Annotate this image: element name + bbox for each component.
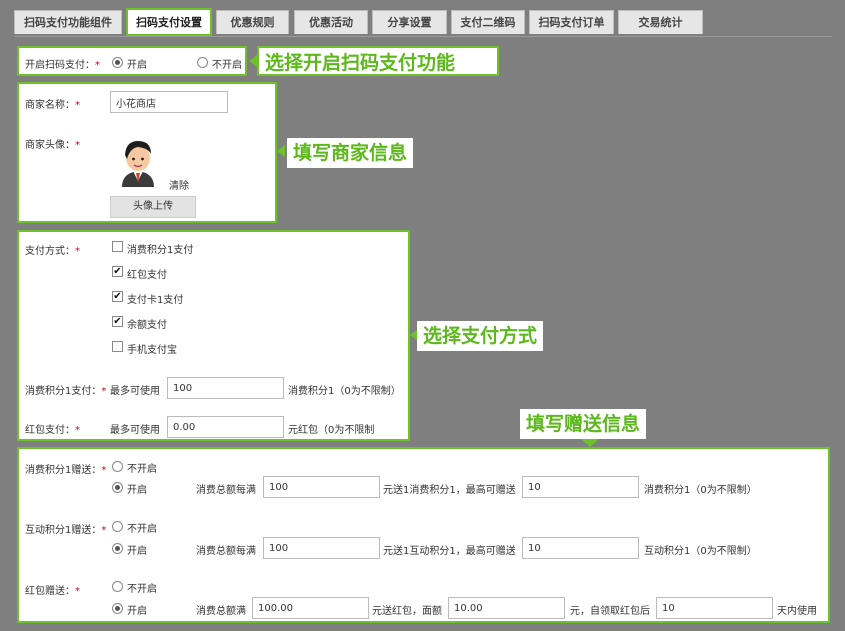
- method-redpack-checkbox[interactable]: ✔: [112, 266, 123, 277]
- enable-off-radio[interactable]: [197, 57, 208, 68]
- payment-panel: 支付方式：* 消费积分1支付 ✔ 红包支付 ✔ 支付卡1支付 ✔ 余额支付 手机…: [17, 230, 410, 441]
- gift-panel: 消费积分1赠送：* 不开启 开启 消费总额每满 元送1消费积分1，最高可赠送 消…: [17, 447, 830, 623]
- interact-gift-label: 互动积分1赠送：*: [25, 525, 107, 536]
- interact-gift-max-input[interactable]: [522, 537, 639, 559]
- points-gift-prefix: 消费总额每满: [196, 485, 256, 496]
- upload-avatar-button[interactable]: 头像上传: [110, 196, 196, 218]
- points-pay-label: 消费积分1支付：*: [25, 386, 107, 397]
- callout-arrow: [581, 439, 599, 447]
- tab-discount-activities[interactable]: 优惠活动: [294, 10, 368, 34]
- method-balance-checkbox[interactable]: ✔: [112, 316, 123, 327]
- points-gift-amount-input[interactable]: [263, 476, 380, 498]
- interact-gift-off-label: 不开启: [127, 524, 157, 535]
- interact-gift-middle: 元送1互动积分1，最高可赠送: [383, 546, 516, 557]
- callout-gift: 填写赠送信息: [520, 409, 647, 439]
- callout-payment: 选择支付方式: [417, 321, 544, 351]
- interact-gift-suffix: 互动积分1（0为不限制）: [644, 546, 757, 557]
- points-gift-on-radio[interactable]: [112, 482, 123, 493]
- points-pay-prefix: 最多可使用: [110, 386, 160, 397]
- method-alipay-label: 手机支付宝: [127, 345, 177, 356]
- enable-panel: 开启扫码支付：* 开启 不开启: [17, 46, 247, 76]
- redpack-gift-amount-input[interactable]: [252, 597, 369, 619]
- points-pay-input[interactable]: [167, 377, 284, 399]
- method-points-checkbox[interactable]: [112, 241, 123, 252]
- redpack-gift-middle2: 元，自领取红包后: [570, 606, 650, 617]
- merchant-name-input[interactable]: [110, 91, 228, 113]
- enable-label: 开启扫码支付：*: [25, 60, 100, 71]
- redpack-gift-off-label: 不开启: [127, 584, 157, 595]
- interact-gift-amount-input[interactable]: [263, 537, 380, 559]
- redpack-pay-label: 红包支付：*: [25, 425, 80, 436]
- points-gift-label: 消费积分1赠送：*: [25, 465, 107, 476]
- callout-arrow: [277, 145, 285, 157]
- redpack-gift-suffix: 天内使用: [777, 606, 817, 617]
- points-gift-on-label: 开启: [127, 485, 147, 496]
- tab-scan-pay-settings[interactable]: 扫码支付设置: [126, 8, 212, 36]
- enable-on-radio[interactable]: [112, 57, 123, 68]
- redpack-gift-middle: 元送红包，面额: [372, 606, 442, 617]
- callout-enable: 选择开启扫码支付功能: [257, 46, 499, 76]
- payment-method-label: 支付方式：*: [25, 246, 80, 257]
- method-balance-label: 余额支付: [127, 320, 167, 331]
- method-card-label: 支付卡1支付: [127, 295, 184, 306]
- clear-avatar-link[interactable]: 清除: [169, 177, 189, 192]
- redpack-gift-on-radio[interactable]: [112, 603, 123, 614]
- method-card-checkbox[interactable]: ✔: [112, 291, 123, 302]
- merchant-name-label: 商家名称：*: [25, 100, 80, 111]
- interact-gift-prefix: 消费总额每满: [196, 546, 256, 557]
- points-gift-middle: 元送1消费积分1，最高可赠送: [383, 485, 516, 496]
- callout-arrow: [249, 55, 257, 67]
- redpack-gift-off-radio[interactable]: [112, 581, 123, 592]
- method-alipay-checkbox[interactable]: [112, 341, 123, 352]
- redpack-gift-on-label: 开启: [127, 606, 147, 617]
- enable-on-label: 开启: [127, 60, 147, 71]
- points-gift-suffix: 消费积分1（0为不限制）: [644, 485, 757, 496]
- interact-gift-on-radio[interactable]: [112, 543, 123, 554]
- tab-share-settings[interactable]: 分享设置: [372, 10, 447, 34]
- tab-scan-pay-components[interactable]: 扫码支付功能组件: [14, 10, 122, 34]
- avatar-icon: [122, 141, 154, 187]
- points-gift-off-radio[interactable]: [112, 461, 123, 472]
- merchant-avatar-label: 商家头像：*: [25, 140, 80, 151]
- redpack-pay-prefix: 最多可使用: [110, 425, 160, 436]
- tab-scan-pay-orders[interactable]: 扫码支付订单: [529, 10, 614, 34]
- tab-transaction-stats[interactable]: 交易统计: [618, 10, 703, 34]
- enable-off-label: 不开启: [212, 60, 242, 71]
- redpack-pay-suffix: 元红包（0为不限制: [288, 425, 375, 436]
- tab-pay-qrcode[interactable]: 支付二维码: [451, 10, 525, 34]
- tab-discount-rules[interactable]: 优惠规则: [216, 10, 289, 34]
- method-redpack-label: 红包支付: [127, 270, 167, 281]
- callout-merchant: 填写商家信息: [287, 138, 414, 168]
- method-points-label: 消费积分1支付: [127, 245, 194, 256]
- interact-gift-on-label: 开启: [127, 546, 147, 557]
- redpack-gift-label: 红包赠送：*: [25, 586, 80, 597]
- tab-bar: 扫码支付功能组件 扫码支付设置 优惠规则 优惠活动 分享设置 支付二维码 扫码支…: [14, 0, 832, 37]
- points-gift-off-label: 不开启: [127, 464, 157, 475]
- redpack-gift-days-input[interactable]: [656, 597, 773, 619]
- merchant-panel: 商家名称：* 商家头像：* 清除 头像上传: [17, 82, 277, 223]
- interact-gift-off-radio[interactable]: [112, 521, 123, 532]
- points-gift-max-input[interactable]: [522, 476, 639, 498]
- points-pay-suffix: 消费积分1（0为不限制）: [288, 386, 401, 397]
- redpack-gift-prefix: 消费总额满: [196, 606, 246, 617]
- redpack-pay-input[interactable]: [167, 416, 284, 438]
- redpack-gift-face-input[interactable]: [448, 597, 565, 619]
